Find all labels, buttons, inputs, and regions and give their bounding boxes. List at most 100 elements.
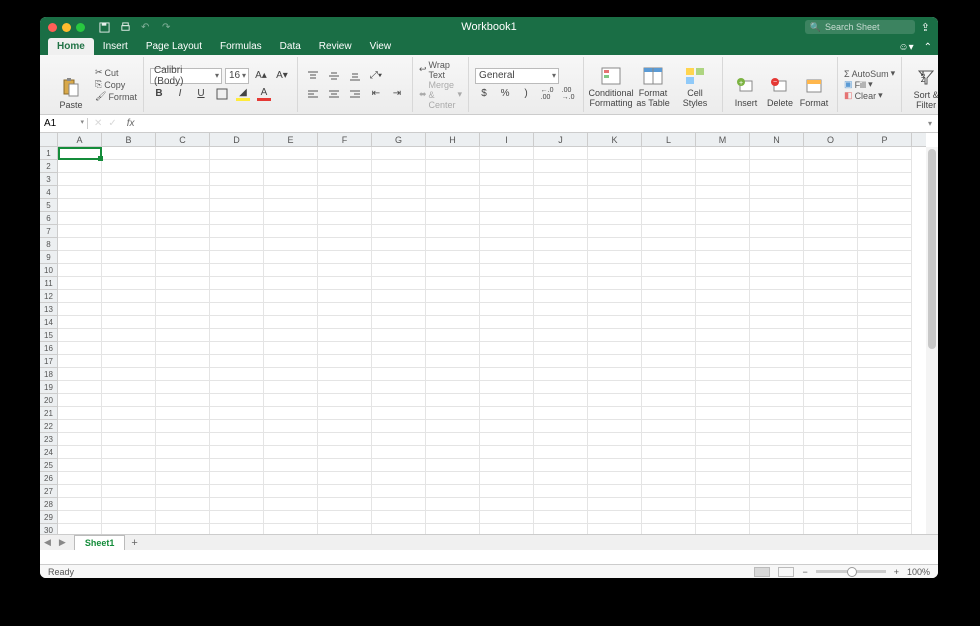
maximize-window-icon[interactable] <box>76 23 85 32</box>
cell[interactable] <box>858 485 912 498</box>
cell[interactable] <box>156 199 210 212</box>
cell[interactable] <box>318 186 372 199</box>
row-header-3[interactable]: 3 <box>40 173 57 186</box>
cell[interactable] <box>480 407 534 420</box>
cell[interactable] <box>804 498 858 511</box>
cell[interactable] <box>372 264 426 277</box>
cell[interactable] <box>858 407 912 420</box>
expand-formula-icon[interactable]: ▾ <box>922 119 938 128</box>
cell[interactable] <box>858 446 912 459</box>
cell[interactable] <box>264 472 318 485</box>
row-header-7[interactable]: 7 <box>40 225 57 238</box>
cell[interactable] <box>156 407 210 420</box>
cell[interactable] <box>858 355 912 368</box>
cell[interactable] <box>588 238 642 251</box>
fill-button[interactable]: ▣Fill ▾ <box>844 79 895 90</box>
cell[interactable] <box>156 316 210 329</box>
cell[interactable] <box>858 186 912 199</box>
cell[interactable] <box>102 316 156 329</box>
cell[interactable] <box>642 368 696 381</box>
cell[interactable] <box>696 342 750 355</box>
cell[interactable] <box>696 238 750 251</box>
cell[interactable] <box>750 160 804 173</box>
tab-view[interactable]: View <box>361 38 401 55</box>
cell[interactable] <box>858 212 912 225</box>
row-header-12[interactable]: 12 <box>40 290 57 303</box>
cell[interactable] <box>102 407 156 420</box>
cell[interactable] <box>804 173 858 186</box>
cell[interactable] <box>534 316 588 329</box>
cell[interactable] <box>372 355 426 368</box>
cell[interactable] <box>696 264 750 277</box>
cell[interactable] <box>102 303 156 316</box>
cell[interactable] <box>534 511 588 524</box>
cell[interactable] <box>264 225 318 238</box>
cell[interactable] <box>426 160 480 173</box>
cell[interactable] <box>264 459 318 472</box>
copy-button[interactable]: ⎘Copy <box>95 79 137 90</box>
cell[interactable] <box>102 264 156 277</box>
cell[interactable] <box>264 160 318 173</box>
cell[interactable] <box>642 446 696 459</box>
cell[interactable] <box>102 147 156 160</box>
cell[interactable] <box>318 173 372 186</box>
cell[interactable] <box>372 303 426 316</box>
cell[interactable] <box>750 446 804 459</box>
cell[interactable] <box>264 264 318 277</box>
row-header-4[interactable]: 4 <box>40 186 57 199</box>
cell[interactable] <box>58 394 102 407</box>
cell[interactable] <box>372 498 426 511</box>
cell[interactable] <box>372 420 426 433</box>
cell[interactable] <box>426 329 480 342</box>
cell[interactable] <box>588 264 642 277</box>
cell[interactable] <box>534 329 588 342</box>
cell[interactable] <box>642 329 696 342</box>
column-header-F[interactable]: F <box>318 133 372 146</box>
cell[interactable] <box>804 264 858 277</box>
cell[interactable] <box>372 251 426 264</box>
cell[interactable] <box>642 433 696 446</box>
cell[interactable] <box>264 173 318 186</box>
row-header-25[interactable]: 25 <box>40 459 57 472</box>
cell[interactable] <box>642 238 696 251</box>
cell[interactable] <box>426 381 480 394</box>
cell[interactable] <box>534 433 588 446</box>
cell[interactable] <box>750 394 804 407</box>
column-header-D[interactable]: D <box>210 133 264 146</box>
delete-cells-button[interactable]: −Delete <box>763 57 797 109</box>
cell[interactable] <box>642 264 696 277</box>
cell[interactable] <box>588 329 642 342</box>
cell[interactable] <box>696 225 750 238</box>
cell[interactable] <box>318 264 372 277</box>
cell[interactable] <box>588 407 642 420</box>
print-icon[interactable] <box>120 22 131 33</box>
cell[interactable] <box>588 225 642 238</box>
cell[interactable] <box>102 290 156 303</box>
cell[interactable] <box>102 342 156 355</box>
cell[interactable] <box>426 238 480 251</box>
cell[interactable] <box>318 498 372 511</box>
cell[interactable] <box>858 199 912 212</box>
cell[interactable] <box>372 446 426 459</box>
cell[interactable] <box>58 498 102 511</box>
cell[interactable] <box>156 160 210 173</box>
cell[interactable] <box>804 407 858 420</box>
cell[interactable] <box>696 433 750 446</box>
cancel-formula-icon[interactable]: ✕ <box>94 118 102 129</box>
cell[interactable] <box>642 498 696 511</box>
cell[interactable] <box>480 459 534 472</box>
cell[interactable] <box>318 433 372 446</box>
cell[interactable] <box>318 420 372 433</box>
cell[interactable] <box>264 212 318 225</box>
row-header-11[interactable]: 11 <box>40 277 57 290</box>
name-box[interactable]: A1 <box>40 118 88 129</box>
cell[interactable] <box>696 173 750 186</box>
cell[interactable] <box>210 147 264 160</box>
cell[interactable] <box>804 485 858 498</box>
cell[interactable] <box>480 264 534 277</box>
cell[interactable] <box>750 407 804 420</box>
cell[interactable] <box>58 407 102 420</box>
cell[interactable] <box>804 459 858 472</box>
tab-page-layout[interactable]: Page Layout <box>137 38 211 55</box>
cell[interactable] <box>264 342 318 355</box>
